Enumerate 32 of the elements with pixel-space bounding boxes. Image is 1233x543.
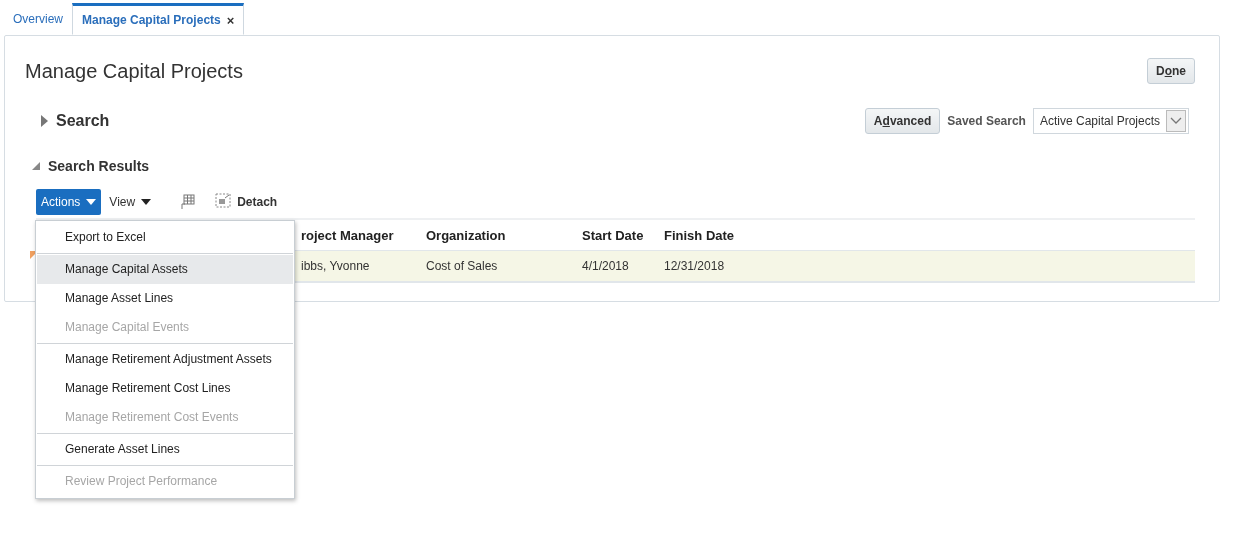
menu-item[interactable]: Generate Asset Lines [37, 435, 293, 464]
done-button[interactable]: Done [1146, 58, 1195, 84]
column-header: Organization [426, 227, 507, 243]
advanced-button[interactable]: Advanced [864, 108, 941, 134]
menu-item[interactable]: Export to Excel [37, 223, 293, 252]
chevron-down-icon [1170, 117, 1182, 125]
table-cell-text: ibbs, Yvonne [301, 259, 371, 273]
page-title: Manage Capital Projects [25, 59, 243, 83]
menu-item[interactable]: Manage Retirement Adjustment Assets [37, 345, 293, 374]
menu-item[interactable]: Manage Capital Assets [37, 255, 293, 284]
tab[interactable]: Overview [4, 3, 72, 34]
menu-item[interactable]: Manage Asset Lines [37, 284, 293, 313]
actions-menu-button[interactable]: Actions [36, 189, 102, 215]
expand-triangle-icon[interactable] [41, 115, 48, 127]
tab[interactable]: Manage Capital Projects × [72, 3, 245, 35]
collapse-triangle-icon[interactable] [32, 162, 40, 170]
menu-item[interactable]: Manage Retirement Cost Lines [37, 374, 293, 403]
section-heading: Search Results [48, 158, 150, 174]
saved-search-label: Saved Search [947, 114, 1026, 128]
detach-button[interactable]: Detach [211, 193, 282, 211]
column-header: Finish Date [664, 227, 736, 243]
freeze-table-icon[interactable] [179, 194, 196, 210]
view-menu-button[interactable]: View [105, 195, 156, 209]
table-cell-text: Cost of Sales [426, 259, 499, 273]
column-header: Start Date [582, 227, 645, 243]
detach-icon [215, 193, 232, 208]
section-heading: Search [56, 112, 110, 130]
close-tab-icon[interactable]: × [226, 12, 235, 28]
saved-search-dropdown[interactable]: Active Capital Projects [1032, 108, 1189, 134]
table-cell-text: 12/31/2018 [664, 259, 726, 273]
table-cell-text: 4/1/2018 [582, 259, 630, 273]
column-header: roject Manager [301, 227, 395, 243]
